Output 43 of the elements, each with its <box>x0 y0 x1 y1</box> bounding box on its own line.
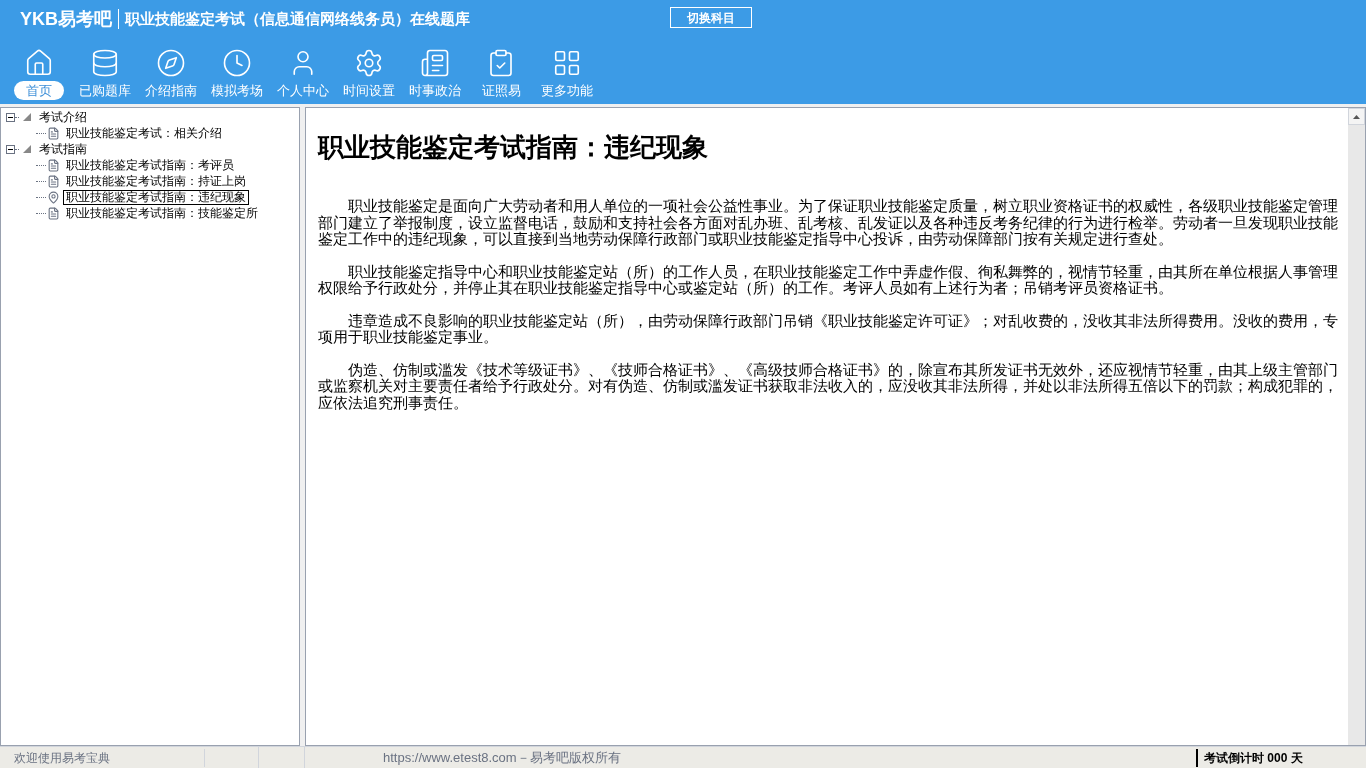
collapse-toggle[interactable] <box>6 112 15 122</box>
toolbar-tab[interactable]: 已购题库 <box>75 81 135 100</box>
toolbar-tab[interactable]: 时间设置 <box>339 81 399 100</box>
article-paragraph: 违章造成不良影响的职业技能鉴定站（所），由劳动保障行政部门吊销《职业技能鉴定许可证》；对乱收费的，没收其非法所得费用。没收的费用，专项用于职业技能鉴定事业。 <box>318 312 1339 346</box>
scroll-up-icon <box>1353 114 1360 119</box>
database-icon <box>90 48 120 78</box>
folder-triangle-icon <box>22 144 32 154</box>
home-icon <box>24 48 54 78</box>
compass-icon <box>156 48 186 78</box>
newspaper-icon <box>420 48 450 78</box>
tree-item[interactable]: 职业技能鉴定考试指南：考评员 <box>63 158 237 172</box>
tree-item[interactable]: 职业技能鉴定考试指南：持证上岗 <box>63 174 249 188</box>
folder-triangle-icon <box>22 112 32 122</box>
status-welcome: 欢迎使用易考宝典 <box>0 748 205 767</box>
toolbar-tab[interactable]: 时事政治 <box>405 81 465 100</box>
toolbar-tab[interactable]: 更多功能 <box>537 81 597 100</box>
switch-subject-button[interactable]: 切换科目 <box>670 7 752 28</box>
toolbar-tab[interactable]: 证照易 <box>477 81 525 100</box>
tree-group[interactable]: 考试介绍 <box>39 110 87 124</box>
status-countdown: 考试倒计时 000 天 <box>1196 748 1366 767</box>
toolbar-tab[interactable]: 个人中心 <box>273 81 333 100</box>
grid-icon <box>552 48 582 78</box>
toolbar-tab[interactable]: 首页 <box>14 81 64 100</box>
document-icon <box>47 158 60 172</box>
article-paragraph: 伪造、仿制或滥发《技术等级证书》、《技师合格证书》、《高级技师合格证书》的，除宣布其所发证书无效外，还应视情节轻重，由其上级主管部门或监察机关对主要责任者给予行政处分。对有伪造、仿制或滥发证书获取非法收入的，应没收其非法所得，并处以非法所得五倍以下的罚款；构成犯罪的，应依法追究刑事责任。 <box>318 361 1339 411</box>
collapse-toggle[interactable] <box>6 144 15 154</box>
article-paragraph: 职业技能鉴定指导中心和职业技能鉴定站（所）的工作人员，在职业技能鉴定工作中弄虚作假、徇私舞弊的，视情节轻重，由其所在单位根据人事管理权限给予行政处分，并停止其在职业技能鉴定指导中心或鉴定站（所）的工作。考评人员如有上述行为者；吊销考评员资格证书。 <box>318 263 1339 297</box>
tree-item[interactable]: 职业技能鉴定考试：相关介绍 <box>63 126 225 140</box>
toolbar-tab[interactable]: 介绍指南 <box>141 81 201 100</box>
tree-item[interactable]: 职业技能鉴定考试指南：技能鉴定所 <box>63 206 261 220</box>
window-title: 职业技能鉴定考试（信息通信网络线务员）在线题库 <box>125 8 470 29</box>
document-icon <box>47 126 60 140</box>
clock-icon <box>222 48 252 78</box>
settings-icon <box>354 48 384 78</box>
article-paragraph: 职业技能鉴定是面向广大劳动者和用人单位的一项社会公益性事业。为了保证职业技能鉴定质量，树立职业资格证书的权威性，各级职业技能鉴定管理部门建立了举报制度，设立监督电话，鼓励和支持社会各方面对乱办班、乱考核、乱发证以及各种违反考务纪律的行为进行检举。劳动者一旦发现职业技能鉴定工作中的违纪现象，可以直接到当地劳动保障行政部门或职业技能鉴定指导中心投诉，由劳动保障部门按有关规定进行查处。 <box>318 198 1339 248</box>
article-title: 职业技能鉴定考试指南：违纪现象 <box>318 131 709 164</box>
status-copyright: https://www.etest8.com－易考吧版权所有 <box>382 748 622 767</box>
document-icon <box>47 206 60 220</box>
toolbar-tab[interactable]: 模拟考场 <box>207 81 267 100</box>
tree-group[interactable]: 考试指南 <box>39 142 87 156</box>
tree-item[interactable]: 职业技能鉴定考试指南：违纪现象 <box>63 189 249 205</box>
document-icon <box>47 174 60 188</box>
brand-logo: YKB易考吧 <box>20 7 112 31</box>
